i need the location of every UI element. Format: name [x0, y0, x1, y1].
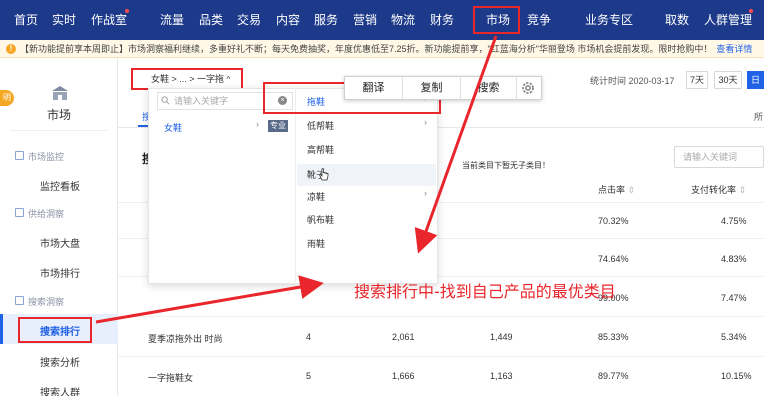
- hand-cursor-icon: [319, 168, 329, 181]
- sidebar-divider: [10, 130, 108, 131]
- sidebar-item-monitor-board[interactable]: 监控看板: [40, 178, 80, 193]
- nav-trade[interactable]: 交易: [237, 0, 261, 40]
- row5-click-rate: 89.77%: [598, 371, 629, 381]
- chevron-right-icon: ›: [424, 188, 427, 198]
- gear-icon[interactable]: [520, 80, 536, 96]
- nav-war-room-dot: [125, 9, 129, 13]
- nav-traffic[interactable]: 流量: [160, 0, 184, 40]
- nav-service[interactable]: 服务: [314, 0, 338, 40]
- pro-tag: 专业: [268, 120, 288, 132]
- sidebar-item-search-crowd[interactable]: 搜索人群: [40, 384, 80, 396]
- nav-data-fetch[interactable]: 取数: [665, 0, 689, 40]
- row5-conversion: 10.15%: [721, 371, 752, 381]
- sort-icon: ⇕: [627, 185, 636, 195]
- nav-content[interactable]: 内容: [276, 0, 300, 40]
- table-header-click-rate[interactable]: 点击率 ⇕: [598, 183, 635, 196]
- nav-home[interactable]: 首页: [14, 0, 38, 40]
- search-ranking-highlight-box: [18, 317, 92, 343]
- sidebar-group-search: 搜索洞察: [28, 297, 65, 307]
- chevron-right-icon: ›: [424, 117, 427, 127]
- translate-button[interactable]: 翻译: [345, 77, 403, 99]
- table-header-conversion[interactable]: 支付转化率 ⇕: [691, 183, 746, 196]
- sidebar-item-market-overview[interactable]: 市场大盘: [40, 235, 80, 250]
- supply-group-icon: [15, 208, 24, 217]
- search-group-icon: [15, 296, 24, 305]
- nav-realtime[interactable]: 实时: [52, 0, 76, 40]
- dropdown-option-rain[interactable]: 雨鞋: [307, 237, 325, 250]
- sidebar-item-market-ranking[interactable]: 市场排行: [40, 265, 80, 280]
- period-30d-button[interactable]: 30天: [714, 71, 742, 89]
- sidebar-item-search-analysis[interactable]: 搜索分析: [40, 354, 80, 369]
- sort-icon: ⇕: [738, 185, 747, 195]
- row1-conversion: 4.75%: [721, 216, 747, 226]
- top-navigation: 首页 实时 作战室 流量 品类 交易 内容 服务 营销 物流 财务 市场 竞争 …: [0, 0, 764, 40]
- nav-war-room[interactable]: 作战室: [91, 0, 127, 40]
- dropdown-option-women-shoes[interactable]: 女鞋: [164, 121, 182, 134]
- search-icon: [161, 96, 170, 105]
- category-selector[interactable]: 女鞋 > ... > 一字拖 ^: [131, 68, 243, 90]
- row4-click-rate: 85.33%: [598, 332, 629, 342]
- row4-conversion: 5.34%: [721, 332, 747, 342]
- warning-icon: !: [6, 44, 16, 54]
- notice-bar: ! 【新功能提前享本周即止】市场洞察福利继续，多重好礼不断；每天免费抽奖，年度优…: [0, 40, 764, 58]
- category-path: 女鞋 > ... > 一字拖: [151, 74, 225, 84]
- nav-crowd-management[interactable]: 人群管理: [704, 0, 752, 40]
- period-7d-button[interactable]: 7天: [686, 71, 708, 89]
- nav-business-zone[interactable]: 业务专区: [585, 0, 633, 40]
- row2-conversion: 4.83%: [721, 254, 747, 264]
- dropdown-option-canvas[interactable]: 帆布鞋: [307, 213, 334, 226]
- tab-right[interactable]: 所: [754, 110, 763, 123]
- sidebar: 明 市场 市场监控 监控看板 供给洞察 市场大盘 市场排行 搜索洞察 搜索排行 …: [0, 58, 118, 396]
- dropdown-option-low-top[interactable]: 低帮鞋: [307, 119, 334, 132]
- dropdown-option-sandals[interactable]: 凉鞋: [307, 190, 325, 203]
- chevron-up-icon: ^: [226, 75, 231, 84]
- row5-value2: 1,163: [490, 371, 513, 381]
- annotation-text: 搜索排行中-找到自己产品的最优类目: [354, 282, 616, 301]
- row5-value1: 1,666: [392, 371, 415, 381]
- selection-context-menu: 翻译 复制 搜索: [344, 76, 542, 100]
- notice-text: 【新功能提前享本周即止】市场洞察福利继续，多重好礼不断；每天免费抽奖，年度优惠低…: [20, 44, 713, 54]
- nav-competition[interactable]: 竞争: [527, 0, 551, 40]
- copy-button[interactable]: 复制: [403, 77, 461, 99]
- row5-keyword[interactable]: 一字拖鞋女: [148, 371, 193, 384]
- row3-conversion: 7.47%: [721, 293, 747, 303]
- nav-category[interactable]: 品类: [199, 0, 223, 40]
- stat-time: 统计时间 2020-03-17: [590, 76, 675, 86]
- sidebar-badge[interactable]: 明: [0, 90, 14, 106]
- sidebar-group-supply: 供给洞察: [28, 209, 65, 219]
- row-divider: [118, 356, 764, 357]
- sidebar-group-monitor: 市场监控: [28, 152, 65, 162]
- row2-click-rate: 74.64%: [598, 254, 629, 264]
- chevron-right-icon: ›: [256, 119, 259, 129]
- market-logo-icon: [52, 86, 68, 100]
- row4-rank: 4: [306, 332, 312, 342]
- row4-keyword[interactable]: 夏季凉拖外出 时尚: [148, 332, 223, 345]
- row5-rank: 5: [306, 371, 312, 381]
- sidebar-title: 市场: [46, 108, 71, 122]
- row1-click-rate: 70.32%: [598, 216, 629, 226]
- empty-subcategory-message: 当前类目下暂无子类目！: [462, 161, 550, 170]
- nav-logistics[interactable]: 物流: [391, 0, 415, 40]
- dropdown-column-1: [148, 88, 296, 284]
- market-highlight-box: [473, 6, 520, 34]
- notice-link[interactable]: 查看详情: [716, 44, 752, 54]
- monitor-group-icon: [15, 151, 24, 160]
- dropdown-option-high-top[interactable]: 高帮鞋: [307, 143, 334, 156]
- row4-value2: 1,449: [490, 332, 513, 342]
- row4-value1: 2,061: [392, 332, 415, 342]
- keyword-search-input[interactable]: 请输入关键词: [674, 146, 764, 168]
- nav-crowd-dot: [749, 9, 753, 13]
- nav-finance[interactable]: 财务: [430, 0, 454, 40]
- row-divider: [118, 316, 764, 317]
- period-day-button[interactable]: 日: [747, 71, 764, 89]
- search-button[interactable]: 搜索: [461, 77, 517, 99]
- nav-marketing[interactable]: 营销: [353, 0, 377, 40]
